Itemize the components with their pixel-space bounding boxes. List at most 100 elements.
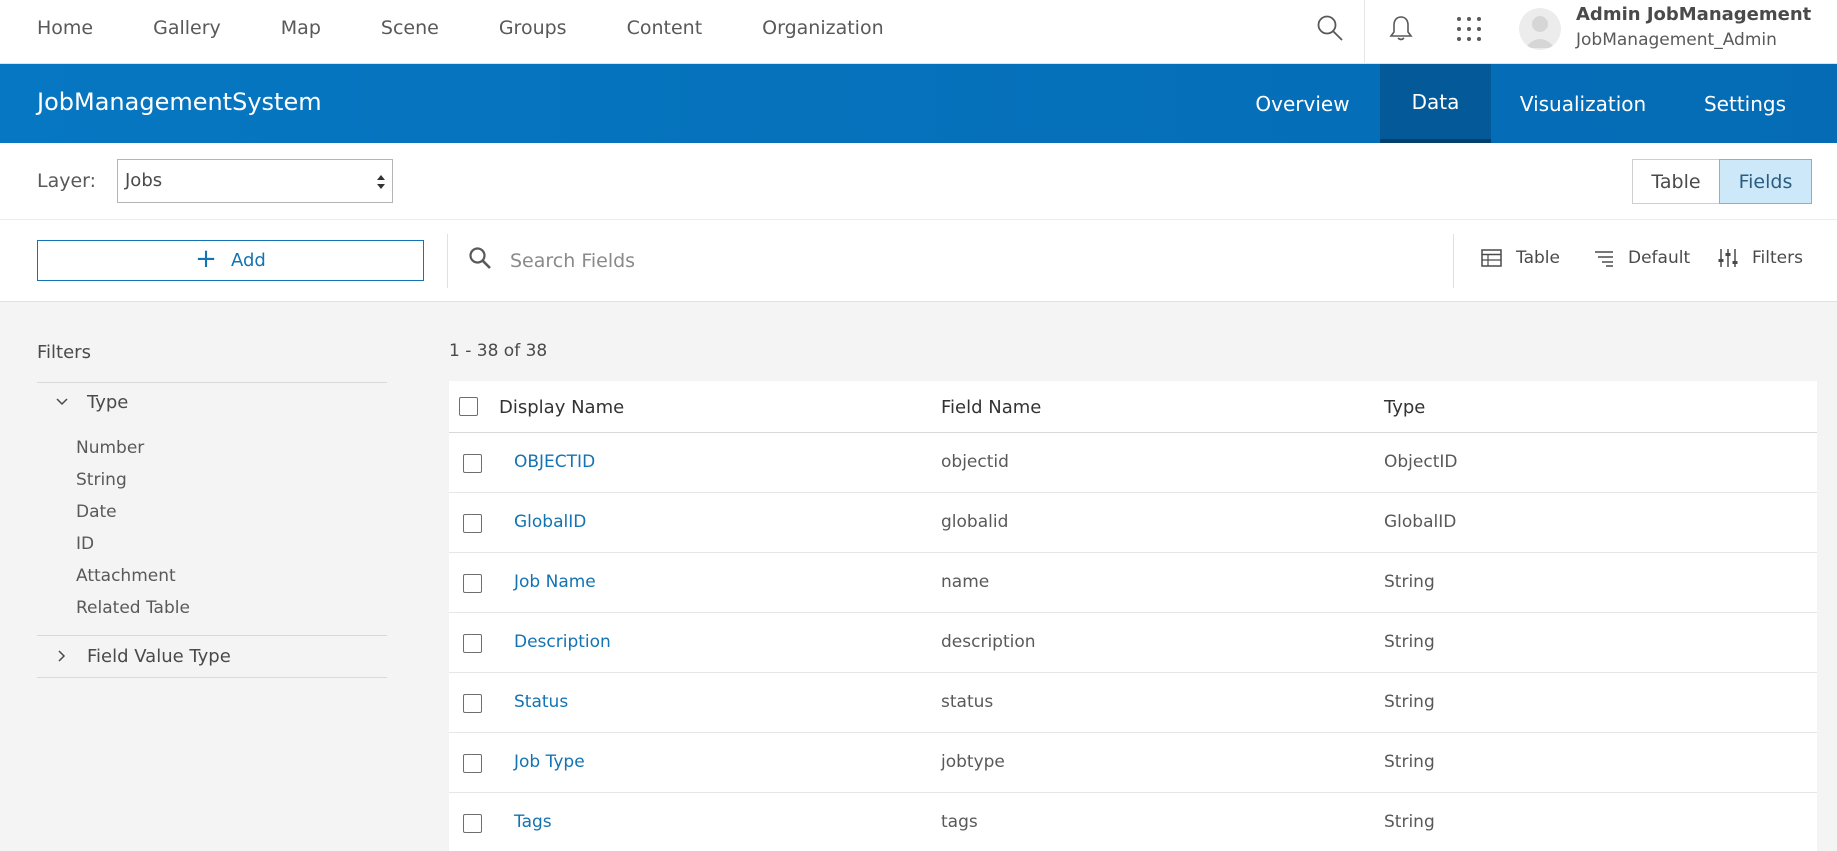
top-navigation: Home Gallery Map Scene Groups Content Or… bbox=[0, 0, 1837, 64]
field-name: description bbox=[941, 632, 1036, 652]
table-view-label: Table bbox=[1516, 248, 1560, 268]
user-display-name[interactable]: Admin JobManagement bbox=[1576, 4, 1811, 25]
field-type: String bbox=[1384, 692, 1435, 712]
row-checkbox[interactable] bbox=[463, 574, 482, 593]
toolbar-divider bbox=[1453, 234, 1454, 288]
nav-home[interactable]: Home bbox=[37, 17, 93, 39]
results-count: 1 - 38 of 38 bbox=[449, 341, 548, 361]
filter-option-id[interactable]: ID bbox=[76, 534, 94, 554]
layer-bar: Layer: Jobs Table Fields bbox=[0, 143, 1837, 220]
row-checkbox[interactable] bbox=[463, 634, 482, 653]
primary-nav: Home Gallery Map Scene Groups Content Or… bbox=[37, 0, 944, 56]
app-title: JobManagementSystem bbox=[37, 88, 322, 116]
tab-visualization[interactable]: Visualization bbox=[1508, 64, 1658, 143]
toolbar-divider bbox=[447, 234, 448, 288]
tab-overview[interactable]: Overview bbox=[1240, 64, 1365, 143]
row-checkbox[interactable] bbox=[463, 454, 482, 473]
field-display-name-link[interactable]: Tags bbox=[514, 812, 552, 832]
nav-groups[interactable]: Groups bbox=[499, 17, 567, 39]
add-field-button[interactable]: + Add bbox=[37, 240, 424, 281]
field-name: status bbox=[941, 692, 994, 712]
select-arrows-icon bbox=[377, 175, 385, 189]
search-icon bbox=[469, 247, 491, 269]
filter-group-field-value-type[interactable]: Field Value Type bbox=[37, 636, 387, 676]
view-table-button[interactable]: Table bbox=[1632, 159, 1720, 204]
add-field-label: Add bbox=[230, 250, 266, 271]
table-row: Status status String bbox=[449, 673, 1817, 733]
tab-data[interactable]: Data bbox=[1380, 64, 1491, 143]
field-display-name-link[interactable]: Status bbox=[514, 692, 568, 712]
fields-toolbar: + Add Table Default bbox=[0, 220, 1837, 302]
bell-icon[interactable] bbox=[1388, 14, 1414, 42]
filter-group-type[interactable]: Type bbox=[37, 382, 387, 422]
field-name: objectid bbox=[941, 452, 1009, 472]
filter-option-related-table[interactable]: Related Table bbox=[76, 598, 190, 618]
field-type: String bbox=[1384, 812, 1435, 832]
table-row: GlobalID globalid GlobalID bbox=[449, 493, 1817, 553]
nav-organization[interactable]: Organization bbox=[762, 17, 883, 39]
field-name: jobtype bbox=[941, 752, 1005, 772]
filters-title: Filters bbox=[37, 342, 91, 363]
search-fields-input[interactable] bbox=[510, 242, 1410, 280]
search-icon[interactable] bbox=[1316, 14, 1344, 42]
nav-scene[interactable]: Scene bbox=[381, 17, 439, 39]
field-type: String bbox=[1384, 632, 1435, 652]
layer-select[interactable]: Jobs bbox=[117, 159, 393, 203]
app-header: JobManagementSystem Overview Data Visual… bbox=[0, 64, 1837, 143]
row-checkbox[interactable] bbox=[463, 514, 482, 533]
field-display-name-link[interactable]: Description bbox=[514, 632, 611, 652]
table-header: Display Name Field Name Type bbox=[449, 381, 1817, 433]
field-display-name-link[interactable]: OBJECTID bbox=[514, 452, 595, 472]
nav-content[interactable]: Content bbox=[627, 17, 703, 39]
row-checkbox[interactable] bbox=[463, 754, 482, 773]
row-checkbox[interactable] bbox=[463, 814, 482, 833]
field-name: name bbox=[941, 572, 990, 592]
view-fields-button[interactable]: Fields bbox=[1719, 159, 1812, 204]
filter-group-field-value-type-label: Field Value Type bbox=[87, 645, 231, 667]
nav-divider bbox=[1364, 0, 1365, 64]
field-display-name-link[interactable]: Job Name bbox=[514, 572, 596, 592]
avatar[interactable] bbox=[1519, 8, 1561, 50]
column-header-type[interactable]: Type bbox=[1384, 397, 1425, 418]
table-row: Tags tags String bbox=[449, 793, 1817, 851]
table-row: Description description String bbox=[449, 613, 1817, 673]
table-row: OBJECTID objectid ObjectID bbox=[449, 433, 1817, 493]
chevron-right-icon bbox=[58, 650, 66, 662]
filter-sliders-icon bbox=[1718, 249, 1738, 267]
field-type: String bbox=[1384, 572, 1435, 592]
filter-option-string[interactable]: String bbox=[76, 470, 127, 490]
row-checkbox[interactable] bbox=[463, 694, 482, 713]
filters-divider bbox=[37, 677, 387, 678]
column-header-display-name[interactable]: Display Name bbox=[499, 397, 624, 418]
field-type: GlobalID bbox=[1384, 512, 1457, 532]
table-view-button[interactable]: Table bbox=[1481, 248, 1560, 268]
field-type: String bbox=[1384, 752, 1435, 772]
filter-option-number[interactable]: Number bbox=[76, 438, 144, 458]
filters-button[interactable]: Filters bbox=[1718, 248, 1803, 268]
field-type: ObjectID bbox=[1384, 452, 1458, 472]
nav-map[interactable]: Map bbox=[281, 17, 321, 39]
table-row: Job Name name String bbox=[449, 553, 1817, 613]
field-display-name-link[interactable]: GlobalID bbox=[514, 512, 586, 532]
column-header-field-name[interactable]: Field Name bbox=[941, 397, 1041, 418]
layer-select-value: Jobs bbox=[125, 170, 163, 191]
chevron-down-icon bbox=[56, 398, 68, 406]
sort-button[interactable]: Default bbox=[1594, 248, 1690, 268]
sort-label: Default bbox=[1628, 248, 1691, 268]
plus-icon: + bbox=[195, 244, 217, 274]
user-username: JobManagement_Admin bbox=[1576, 30, 1777, 50]
sort-icon bbox=[1595, 251, 1613, 267]
filter-group-type-label: Type bbox=[87, 391, 129, 413]
nav-gallery[interactable]: Gallery bbox=[153, 17, 221, 39]
user-icon bbox=[1525, 16, 1555, 48]
select-all-checkbox[interactable] bbox=[459, 397, 478, 416]
tab-settings[interactable]: Settings bbox=[1690, 64, 1800, 143]
app-launcher-icon[interactable] bbox=[1456, 16, 1482, 42]
filter-option-date[interactable]: Date bbox=[76, 502, 117, 522]
fields-table: Display Name Field Name Type OBJECTID ob… bbox=[449, 381, 1817, 851]
field-display-name-link[interactable]: Job Type bbox=[514, 752, 585, 772]
table-icon bbox=[1481, 249, 1502, 267]
table-row: Job Type jobtype String bbox=[449, 733, 1817, 793]
field-name: globalid bbox=[941, 512, 1009, 532]
filter-option-attachment[interactable]: Attachment bbox=[76, 566, 176, 586]
